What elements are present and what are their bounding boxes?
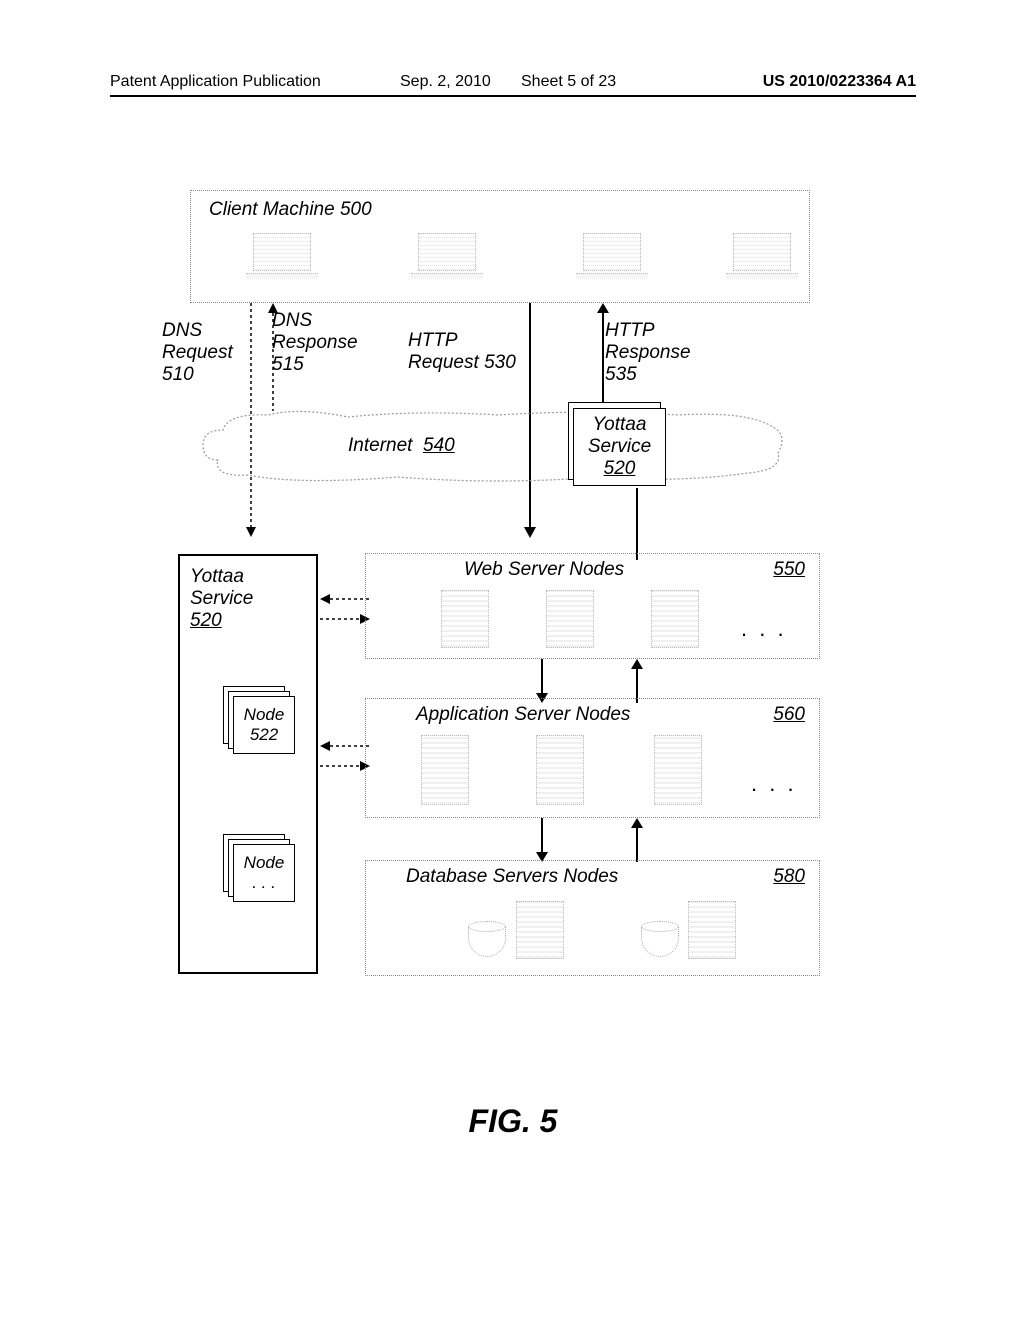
database-icon xyxy=(641,921,679,961)
app-server-num: 560 xyxy=(773,704,805,726)
publication-label: Patent Application Publication xyxy=(110,73,321,91)
http-response-label: HTTP Response 535 xyxy=(605,320,725,386)
dns-response-label: DNS Response 515 xyxy=(272,310,372,376)
figure-caption: FIG. 5 xyxy=(110,1103,916,1140)
arrow-right-icon xyxy=(320,760,370,772)
server-icon xyxy=(441,590,489,648)
application-number: US 2010/0223364 A1 xyxy=(763,73,916,91)
db-server-label: Database Servers Nodes xyxy=(406,866,618,888)
arrow-down-icon xyxy=(535,818,549,862)
http-request-label: HTTP Request 530 xyxy=(408,330,528,374)
yottaa-service-sidebar: Yottaa Service 520 Node 522 Node . . . xyxy=(178,554,318,974)
db-server-nodes-box: Database Servers Nodes 580 xyxy=(365,860,820,976)
ellipsis: . . . xyxy=(751,771,797,797)
server-icon xyxy=(546,590,594,648)
internet-cloud: Internet 540 Yottaa Service 520 xyxy=(198,405,788,487)
cloud-icon xyxy=(198,405,788,487)
arrow-left-icon xyxy=(320,593,370,605)
internet-label: Internet 540 xyxy=(348,435,455,457)
arrow-up-icon xyxy=(630,659,644,703)
server-icon xyxy=(536,735,584,805)
server-icon xyxy=(421,735,469,805)
web-server-num: 550 xyxy=(773,559,805,581)
app-server-nodes-box: Application Server Nodes 560 . . . xyxy=(365,698,820,818)
server-icon xyxy=(688,901,736,959)
arrow-left-icon xyxy=(320,740,370,752)
dns-request-label: DNS Request 510 xyxy=(162,320,252,386)
web-server-label: Web Server Nodes xyxy=(464,559,624,581)
ellipsis: . . . xyxy=(741,616,787,642)
yottaa-service-box: Yottaa Service 520 xyxy=(573,408,666,486)
web-server-nodes-box: Web Server Nodes 550 . . . xyxy=(365,553,820,659)
arrow-right-icon xyxy=(320,613,370,625)
laptop-icon xyxy=(726,233,798,289)
arrow-up-icon xyxy=(596,303,610,411)
figure-diagram: Client Machine 500 DNS Request 510 DNS R… xyxy=(190,190,840,990)
client-machine-box: Client Machine 500 xyxy=(190,190,810,303)
arrow-down-icon xyxy=(535,659,549,703)
node-stack: Node 522 xyxy=(220,686,292,756)
sheet-number: Sheet 5 of 23 xyxy=(521,73,616,91)
publication-date: Sep. 2, 2010 xyxy=(400,73,491,91)
node-label: Node 522 xyxy=(233,696,295,754)
database-icon xyxy=(468,921,506,961)
node-more-label: Node . . . xyxy=(233,844,295,902)
node-stack: Node . . . xyxy=(220,834,292,904)
laptop-icon xyxy=(576,233,648,289)
server-icon xyxy=(651,590,699,648)
laptop-icon xyxy=(411,233,483,289)
arrow-up-icon xyxy=(630,818,644,862)
db-server-num: 580 xyxy=(773,866,805,888)
server-icon xyxy=(654,735,702,805)
yottaa-side-label: Yottaa Service 520 xyxy=(190,566,306,632)
laptop-icon xyxy=(246,233,318,289)
client-machine-label: Client Machine 500 xyxy=(209,199,372,221)
app-server-label: Application Server Nodes xyxy=(416,704,630,726)
server-icon xyxy=(516,901,564,959)
arrow-line xyxy=(630,488,644,560)
arrow-up-icon xyxy=(266,303,280,411)
page-header: Patent Application Publication Sep. 2, 2… xyxy=(110,73,916,97)
